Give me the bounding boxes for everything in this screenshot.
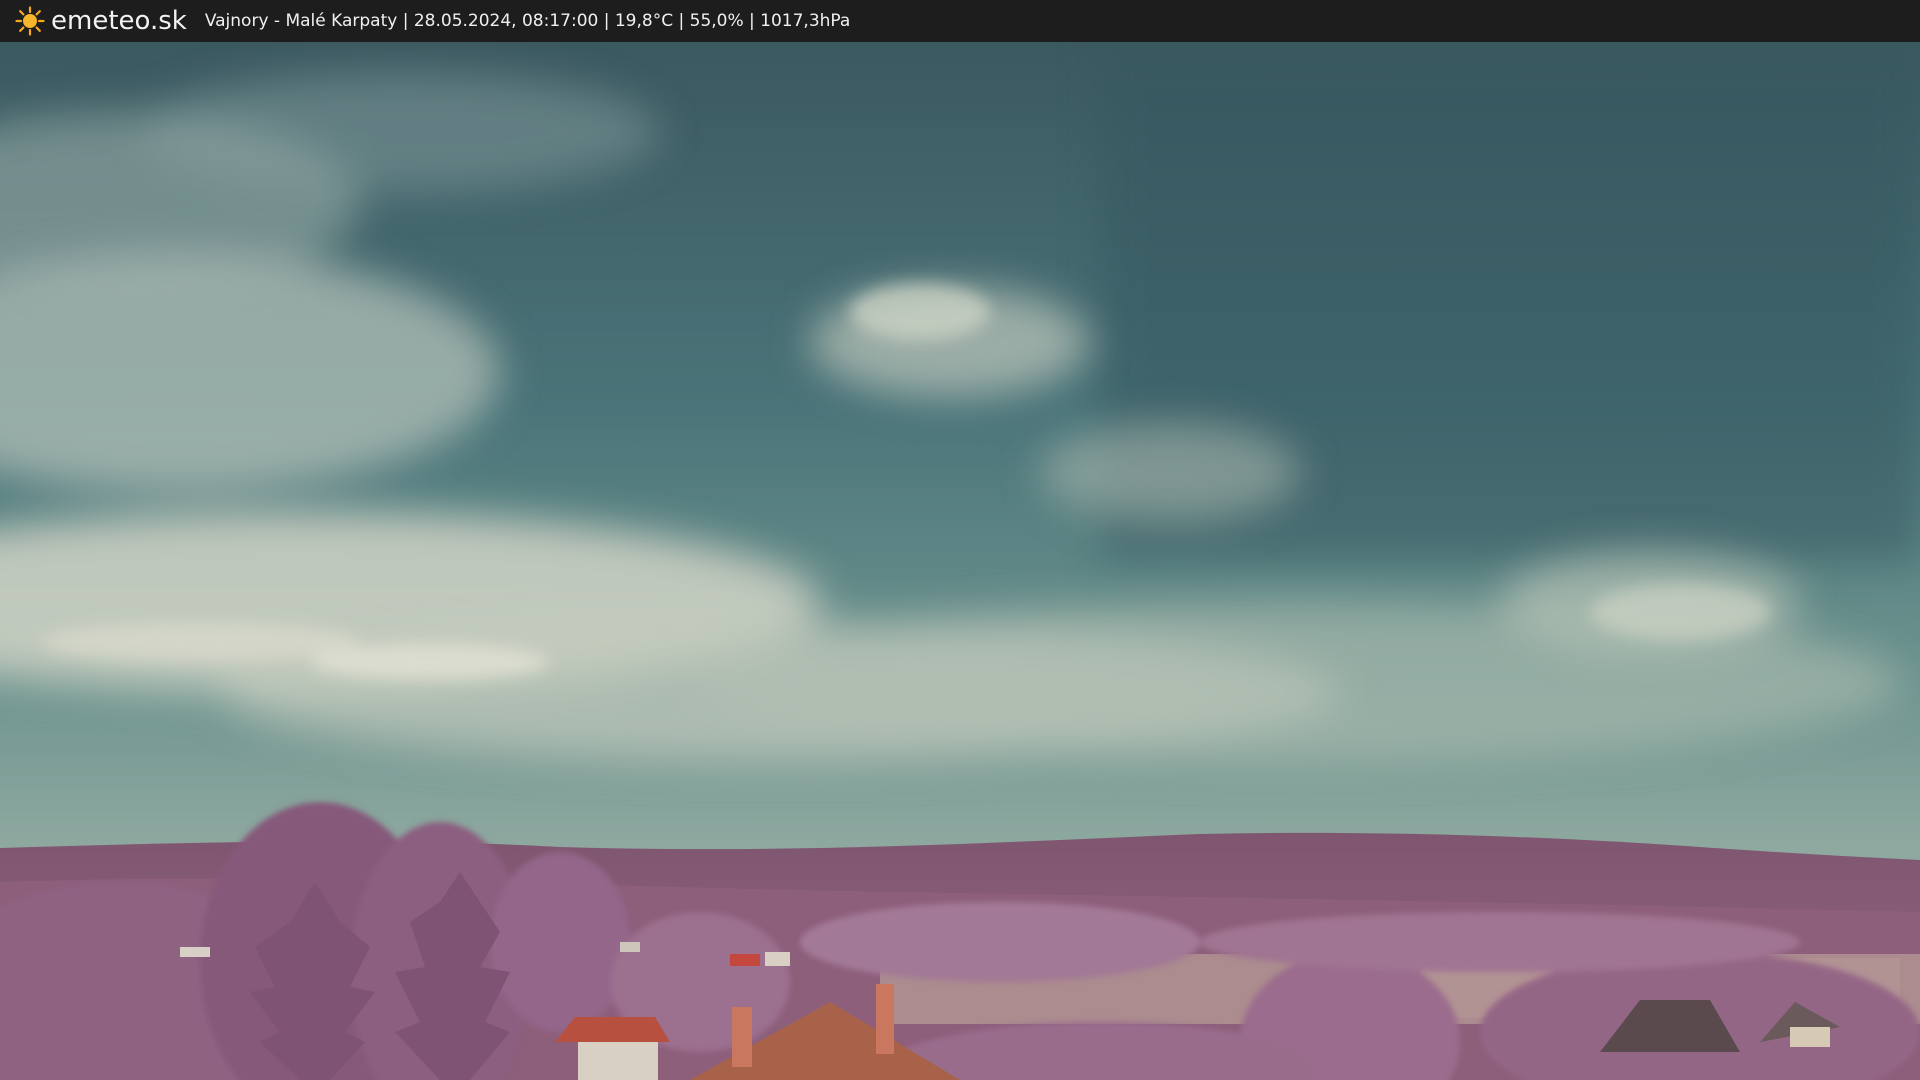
caption-bar: emeteo.sk Vajnory - Malé Karpaty | 28.05…: [0, 0, 1920, 42]
webcam-frame: emeteo.sk Vajnory - Malé Karpaty | 28.05…: [0, 0, 1920, 1080]
brand-name: emeteo.sk: [51, 6, 187, 36]
sun-icon: [15, 6, 45, 36]
weather-caption: Vajnory - Malé Karpaty | 28.05.2024, 08:…: [204, 11, 851, 31]
webcam-image: [0, 42, 1920, 1080]
